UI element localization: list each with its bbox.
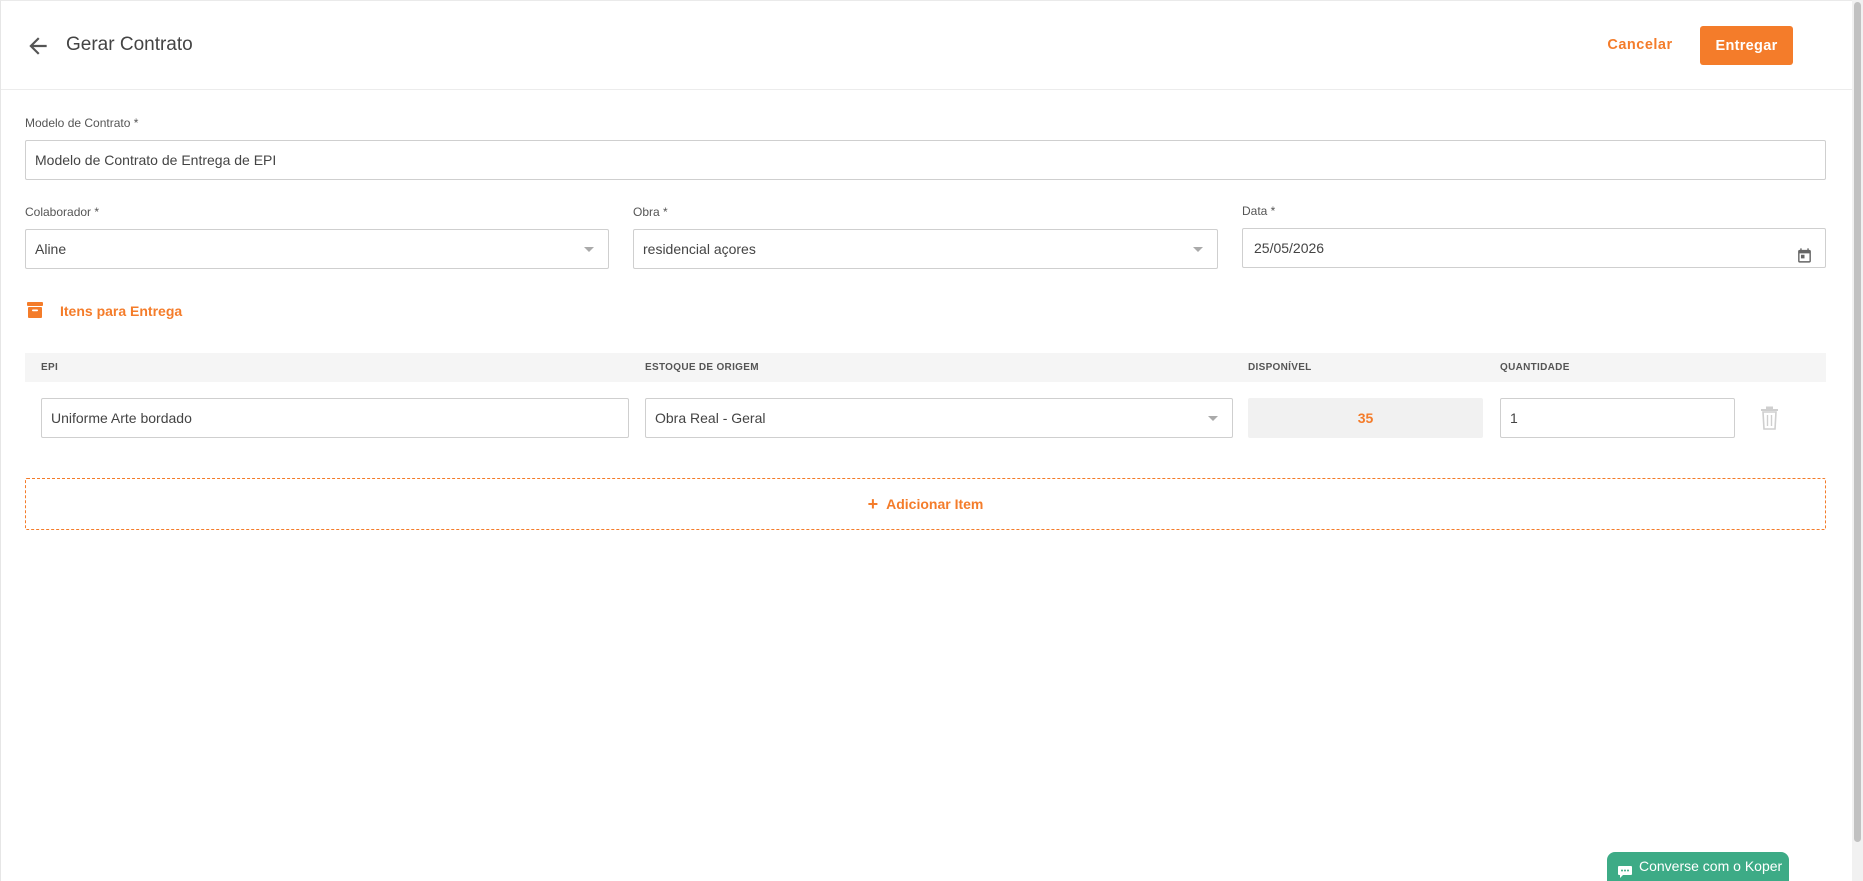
chat-widget-button[interactable]: Converse com o Koper — [1607, 852, 1789, 881]
chevron-down-icon — [1208, 416, 1218, 421]
page-title: Gerar Contrato — [66, 34, 193, 55]
chevron-down-icon — [584, 247, 594, 252]
origin-stock-value: Obra Real - Geral — [655, 410, 766, 426]
scrollbar-thumb[interactable] — [1854, 2, 1861, 842]
chat-widget-label: Converse com o Koper — [1639, 858, 1783, 874]
cancel-button[interactable]: Cancelar — [1597, 26, 1683, 64]
epi-value: Uniforme Arte bordado — [51, 410, 192, 426]
chevron-down-icon — [1193, 247, 1203, 252]
employee-label: Colaborador * — [25, 205, 100, 219]
column-header-origin-stock: ESTOQUE DE ORIGEM — [645, 362, 759, 373]
contract-model-field[interactable]: Modelo de Contrato de Entrega de EPI — [25, 140, 1826, 180]
available-quantity: 35 — [1248, 398, 1483, 438]
column-header-quantity: QUANTIDADE — [1500, 362, 1570, 373]
site-value: residencial açores — [643, 241, 756, 257]
deliver-button[interactable]: Entregar — [1700, 26, 1793, 65]
contract-model-value: Modelo de Contrato de Entrega de EPI — [35, 152, 277, 168]
header-bar: Gerar Contrato Cancelar Entregar — [1, 1, 1853, 90]
date-field[interactable]: 25/05/2026 — [1242, 228, 1826, 268]
calendar-icon[interactable] — [1796, 240, 1813, 263]
site-select[interactable]: residencial açores — [633, 229, 1218, 269]
chat-bubble-icon — [1617, 860, 1633, 878]
plus-icon: + — [867, 494, 879, 514]
add-item-button[interactable]: + Adicionar Item — [25, 478, 1826, 530]
quantity-value: 1 — [1510, 410, 1518, 426]
quantity-input[interactable]: 1 — [1500, 398, 1735, 438]
site-label: Obra * — [633, 205, 668, 219]
employee-value: Aline — [35, 241, 67, 257]
date-value: 25/05/2026 — [1254, 240, 1325, 256]
add-item-label: Adicionar Item — [886, 496, 984, 512]
trash-icon[interactable] — [1759, 406, 1780, 430]
origin-stock-select[interactable]: Obra Real - Geral — [645, 398, 1233, 438]
back-arrow-icon[interactable] — [25, 33, 51, 59]
date-label: Data * — [1242, 204, 1276, 218]
epi-input[interactable]: Uniforme Arte bordado — [41, 398, 629, 438]
column-header-available: DISPONÍVEL — [1248, 362, 1312, 373]
page: Gerar Contrato Cancelar Entregar Modelo … — [0, 0, 1853, 881]
contract-model-label: Modelo de Contrato * — [25, 116, 139, 130]
items-section-title: Itens para Entrega — [60, 303, 183, 319]
items-table-header: EPI ESTOQUE DE ORIGEM DISPONÍVEL QUANTID… — [25, 353, 1826, 382]
column-header-epi: EPI — [41, 362, 59, 373]
archive-box-icon — [26, 301, 44, 319]
employee-select[interactable]: Aline — [25, 229, 609, 269]
